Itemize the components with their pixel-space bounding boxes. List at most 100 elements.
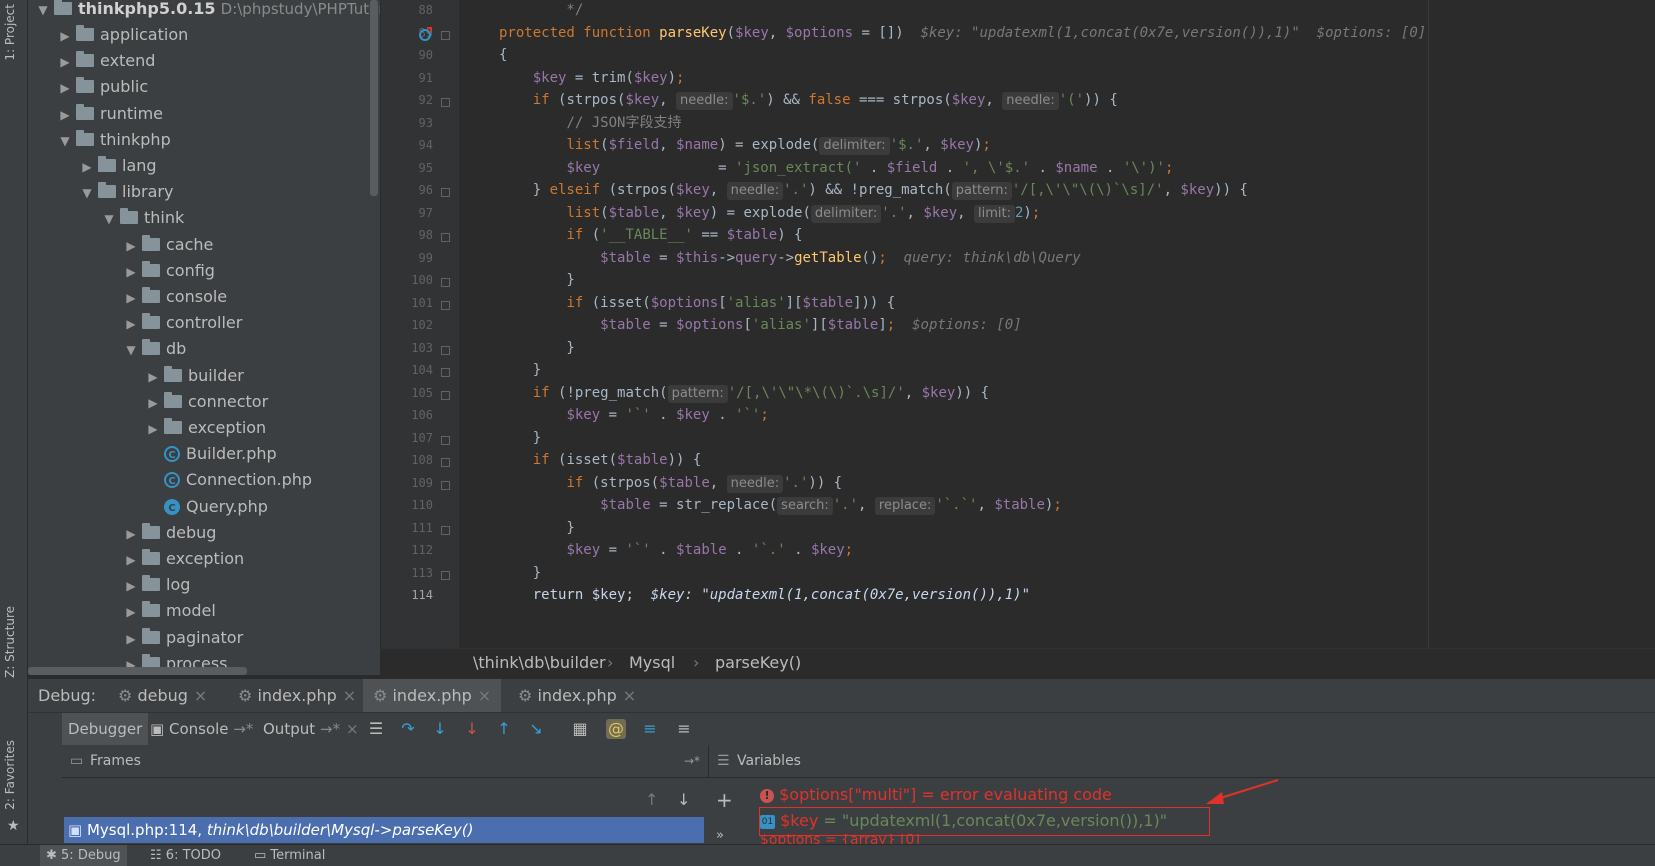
close-icon[interactable]: × <box>194 686 207 705</box>
frame-row[interactable]: ▣ Mysql.php:114, think\db\builder\Mysql-… <box>64 817 704 843</box>
close-icon[interactable]: × <box>478 686 491 705</box>
structure-tool-tab[interactable]: Z: Structure <box>3 606 17 678</box>
method-override-icon[interactable] <box>418 26 432 41</box>
tree-item[interactable]: ▼ db <box>120 336 186 362</box>
collapse-arrow-icon[interactable]: ▼ <box>76 180 98 206</box>
tree-item[interactable]: ▶ model <box>120 598 216 624</box>
list-icon[interactable]: ≡ <box>640 719 660 739</box>
tree-item[interactable]: ▶ controller <box>120 310 242 336</box>
line-number[interactable]: 109 <box>381 476 433 490</box>
watch-icon[interactable]: @ <box>606 719 626 739</box>
expand-arrow-icon[interactable]: ▼ <box>32 0 54 23</box>
tree-item[interactable]: ▼ library <box>76 179 173 205</box>
line-number[interactable]: 106 <box>381 408 433 422</box>
tree-horizontal-scrollbar[interactable] <box>28 667 247 675</box>
tab-index-php-2[interactable]: ⚙ index.php × <box>363 679 502 712</box>
add-list-icon[interactable]: ≡ <box>674 719 694 739</box>
breadcrumb-method[interactable]: parseKey() <box>715 649 801 677</box>
tree-vertical-scrollbar[interactable] <box>370 0 378 196</box>
line-number[interactable]: 103 <box>381 341 433 355</box>
fold-marker-icon[interactable] <box>441 525 450 535</box>
fold-marker-icon[interactable] <box>441 570 450 580</box>
collapse-arrow-icon[interactable]: ▼ <box>120 337 142 363</box>
line-number[interactable]: 100 <box>381 273 433 287</box>
tree-item[interactable]: ▶ debug <box>120 520 216 546</box>
debug-tool-tab[interactable]: ✱ 5: Debug <box>40 845 127 866</box>
fold-marker-icon[interactable] <box>441 345 450 355</box>
line-number[interactable]: 90 <box>381 48 433 62</box>
line-number[interactable]: 110 <box>381 498 433 512</box>
tree-item[interactable]: ▶ public <box>54 74 148 100</box>
expand-arrow-icon[interactable]: ▶ <box>142 364 164 390</box>
tree-item[interactable]: ▶ runtime <box>54 101 163 127</box>
tree-item[interactable]: ▼ thinkphp <box>54 127 171 153</box>
tree-item[interactable]: ▶ log <box>120 572 190 598</box>
tree-item[interactable]: ▶ connector <box>142 389 268 415</box>
tree-item[interactable]: ▶ builder <box>142 363 244 389</box>
expand-arrow-icon[interactable]: ▶ <box>120 599 142 625</box>
tree-item[interactable]: ▶ lang <box>76 153 157 179</box>
project-tool-tab[interactable]: 1: Project <box>3 4 17 61</box>
breadcrumb-namespace[interactable]: \think\db\builder <box>473 649 606 677</box>
expand-arrow-icon[interactable]: ▶ <box>120 259 142 285</box>
expand-arrow-icon[interactable]: ▶ <box>54 49 76 75</box>
console-tab[interactable]: ▣ Console →* <box>150 713 253 745</box>
tab-debug[interactable]: ⚙ debug × <box>108 679 217 712</box>
close-icon[interactable]: × <box>623 686 636 705</box>
expand-arrow-icon[interactable]: ▶ <box>120 626 142 652</box>
step-over-icon[interactable]: ↷ <box>398 719 418 739</box>
line-number[interactable]: 95 <box>381 161 433 175</box>
step-into-icon[interactable]: ↓ <box>430 719 450 739</box>
fold-marker-icon[interactable] <box>441 98 450 107</box>
expand-arrow-icon[interactable]: ▶ <box>76 154 98 180</box>
tree-item[interactable]: ▶ application <box>54 22 188 48</box>
tab-index-php-1[interactable]: ⚙ index.php × <box>228 679 366 712</box>
output-tab[interactable]: Output →* × <box>263 713 359 745</box>
expand-arrow-icon[interactable]: ▶ <box>120 285 142 311</box>
line-number[interactable]: 101 <box>381 296 433 310</box>
line-number[interactable]: 113 <box>381 566 433 580</box>
expand-arrow-icon[interactable]: ▶ <box>142 416 164 442</box>
close-icon[interactable]: × <box>343 686 356 705</box>
force-step-into-icon[interactable]: ↓ <box>462 719 482 739</box>
collapse-arrow-icon[interactable]: ▼ <box>98 206 120 232</box>
tree-root[interactable]: ▼ thinkphp5.0.15 D:\phpstudy\PHPTutorial\ <box>32 0 380 22</box>
code-editor[interactable]: */protected function parseKey($key, $opt… <box>459 0 1655 648</box>
tree-item[interactable]: ▼ think <box>98 205 184 231</box>
line-number[interactable]: 99 <box>381 251 433 265</box>
todo-tool-tab[interactable]: ☷ 6: TODO <box>150 845 221 866</box>
arrow-down-icon[interactable]: ↓ <box>677 790 690 809</box>
expand-arrow-icon[interactable]: ▶ <box>54 102 76 128</box>
breadcrumb-class[interactable]: Mysql <box>629 649 675 677</box>
fold-marker-icon[interactable] <box>441 300 450 310</box>
line-number[interactable]: 94 <box>381 138 433 152</box>
line-number[interactable]: 114 <box>381 588 433 602</box>
expand-arrow-icon[interactable]: ▶ <box>120 521 142 547</box>
line-number[interactable]: 105 <box>381 386 433 400</box>
tree-item[interactable]: ▶ paginator <box>120 625 243 651</box>
step-out-icon[interactable]: ↑ <box>494 719 514 739</box>
variable-row-error[interactable]: ! $options["multi"] = error evaluating c… <box>760 782 1112 808</box>
collapse-arrow-icon[interactable]: ▼ <box>54 128 76 154</box>
expand-arrow-icon[interactable]: ▶ <box>120 573 142 599</box>
line-number[interactable]: 111 <box>381 521 433 535</box>
more-icon[interactable]: » <box>716 828 724 843</box>
star-icon[interactable]: ★ <box>7 818 20 834</box>
fold-marker-icon[interactable] <box>441 368 450 377</box>
add-watch-icon[interactable]: + <box>716 788 733 812</box>
fold-marker-icon[interactable] <box>441 278 450 287</box>
arrow-up-icon[interactable]: ↑ <box>645 790 658 809</box>
fold-marker-icon[interactable] <box>441 435 450 445</box>
pin-icon[interactable]: →* <box>684 745 700 777</box>
line-number[interactable]: 92 <box>381 93 433 107</box>
show-execution-point-icon[interactable]: ☰ <box>366 719 386 739</box>
favorites-tool-tab[interactable]: 2: Favorites <box>3 740 17 810</box>
tree-item[interactable]: C Connection.php <box>142 467 312 493</box>
fold-marker-icon[interactable] <box>441 30 450 40</box>
terminal-tool-tab[interactable]: ▭ Terminal <box>254 845 325 866</box>
expand-arrow-icon[interactable]: ▶ <box>142 390 164 416</box>
fold-marker-icon[interactable] <box>441 188 450 197</box>
expand-arrow-icon[interactable]: ▶ <box>120 547 142 573</box>
line-number[interactable]: 91 <box>381 71 433 85</box>
expand-arrow-icon[interactable]: ▶ <box>120 311 142 337</box>
